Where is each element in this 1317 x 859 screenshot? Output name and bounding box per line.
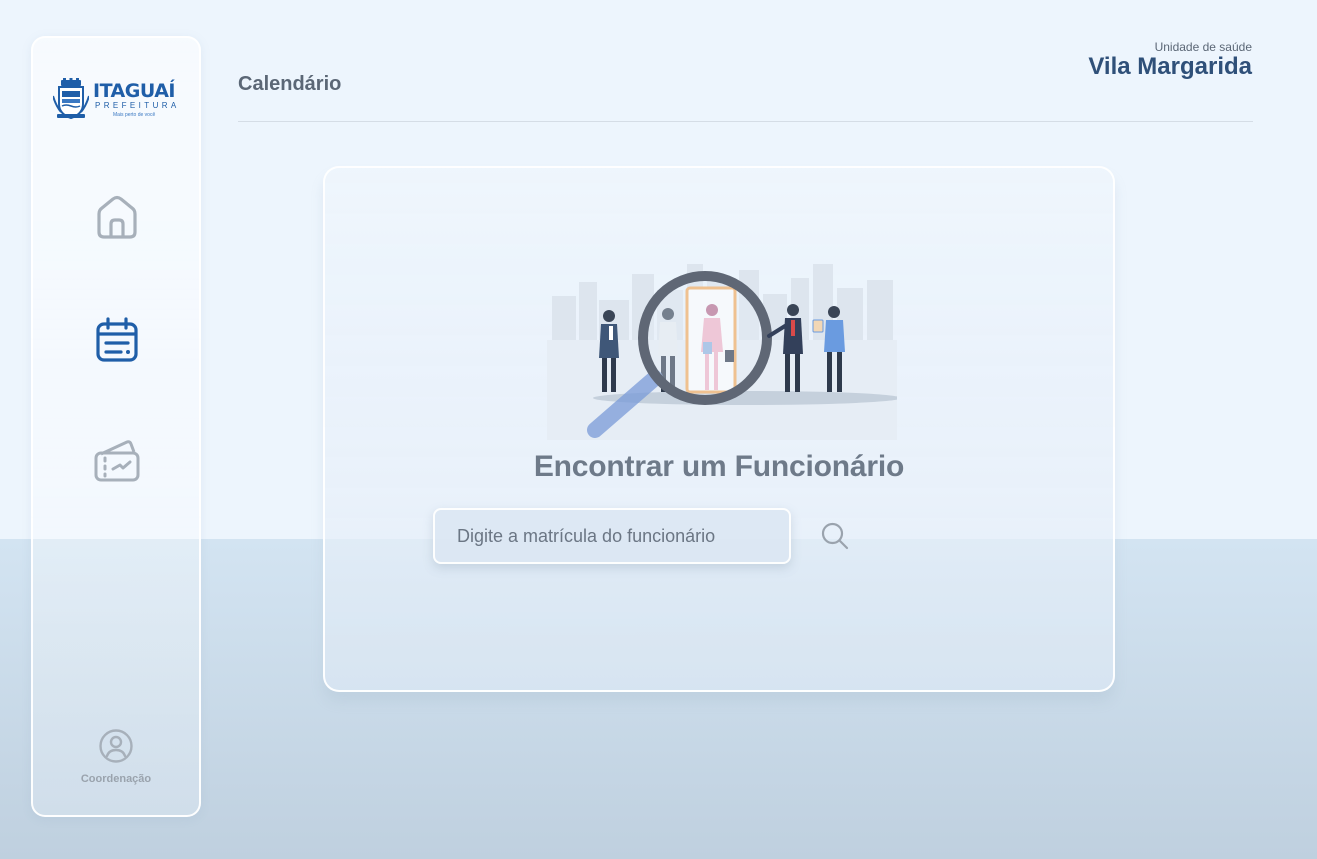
- sidebar-item-home[interactable]: [91, 192, 143, 244]
- card-heading: Encontrar um Funcionário: [533, 450, 905, 483]
- brand-tagline: Mais perto de você: [113, 112, 156, 118]
- sidebar-profile[interactable]: Coordenação: [33, 728, 199, 785]
- user-circle-icon: [99, 729, 133, 763]
- home-icon: [97, 195, 137, 239]
- search-button[interactable]: [819, 520, 851, 552]
- ticket-icon: [94, 440, 140, 482]
- page-title: Calendário: [238, 73, 342, 95]
- sidebar-item-calendar[interactable]: [91, 314, 143, 366]
- header-divider: [238, 121, 1253, 122]
- sidebar-item-tickets[interactable]: [91, 434, 143, 486]
- profile-label: Coordenação: [80, 773, 152, 785]
- brand-logo[interactable]: ITAGUAÍ PREFEITURA Mais perto de você: [53, 78, 183, 122]
- unit-name: Vila Margarida: [1088, 53, 1252, 80]
- sidebar: ITAGUAÍ PREFEITURA Mais perto de você Co…: [31, 36, 201, 817]
- calendar-icon: [96, 317, 138, 362]
- search-icon: [821, 522, 849, 550]
- search-people-illustration: [547, 264, 897, 440]
- city-crest-icon: [53, 78, 89, 120]
- brand-name: ITAGUAÍ: [93, 80, 175, 102]
- employee-id-search-input[interactable]: [433, 508, 791, 564]
- unit-label: Unidade de saúde: [1154, 40, 1252, 54]
- brand-subtitle: PREFEITURA: [95, 101, 180, 110]
- employee-search-card: Encontrar um Funcionário: [323, 166, 1115, 692]
